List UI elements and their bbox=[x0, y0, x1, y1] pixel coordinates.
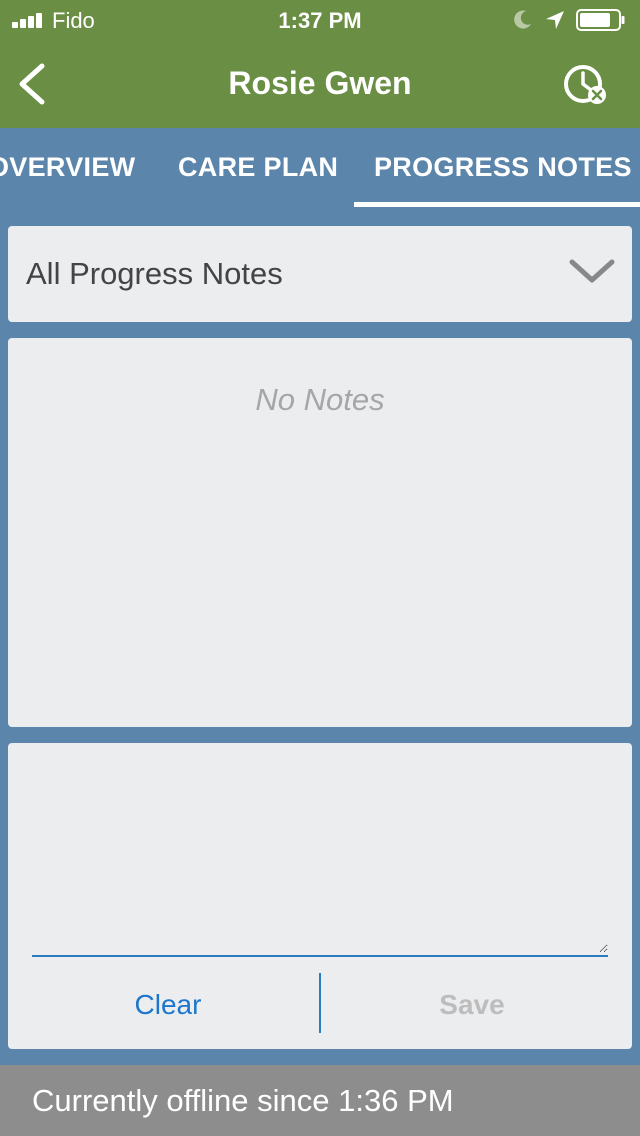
nav-bar: Rosie Gwen bbox=[0, 40, 640, 128]
page-title: Rosie Gwen bbox=[228, 65, 412, 101]
status-bar: Fido 1:37 PM bbox=[0, 0, 640, 40]
notes-filter-dropdown[interactable]: All Progress Notes bbox=[8, 226, 632, 322]
offline-banner: Currently offline since 1:36 PM bbox=[0, 1065, 640, 1136]
tab-overview[interactable]: OVERVIEW bbox=[0, 152, 135, 183]
save-button[interactable]: Save bbox=[322, 989, 622, 1021]
tab-bar: OVERVIEW CARE PLAN PROGRESS NOTES bbox=[0, 128, 640, 208]
active-tab-indicator bbox=[354, 202, 640, 207]
button-divider bbox=[319, 973, 321, 1033]
notes-list: No Notes bbox=[8, 338, 632, 727]
moon-icon bbox=[514, 10, 531, 29]
clock-cancel-icon[interactable] bbox=[560, 62, 610, 108]
tab-progress-notes[interactable]: PROGRESS NOTES bbox=[374, 152, 632, 183]
offline-status-text: Currently offline since 1:36 PM bbox=[32, 1083, 454, 1118]
note-editor: Clear Save bbox=[8, 743, 632, 1049]
note-input[interactable] bbox=[32, 757, 608, 953]
clear-button[interactable]: Clear bbox=[18, 989, 318, 1021]
chevron-down-icon bbox=[569, 259, 615, 283]
battery-icon bbox=[576, 9, 625, 31]
filter-selected-value: All Progress Notes bbox=[26, 256, 283, 291]
input-underline bbox=[32, 955, 608, 957]
tab-care-plan[interactable]: CARE PLAN bbox=[178, 152, 338, 183]
location-arrow-icon bbox=[546, 11, 564, 29]
empty-notes-message: No Notes bbox=[255, 382, 385, 417]
